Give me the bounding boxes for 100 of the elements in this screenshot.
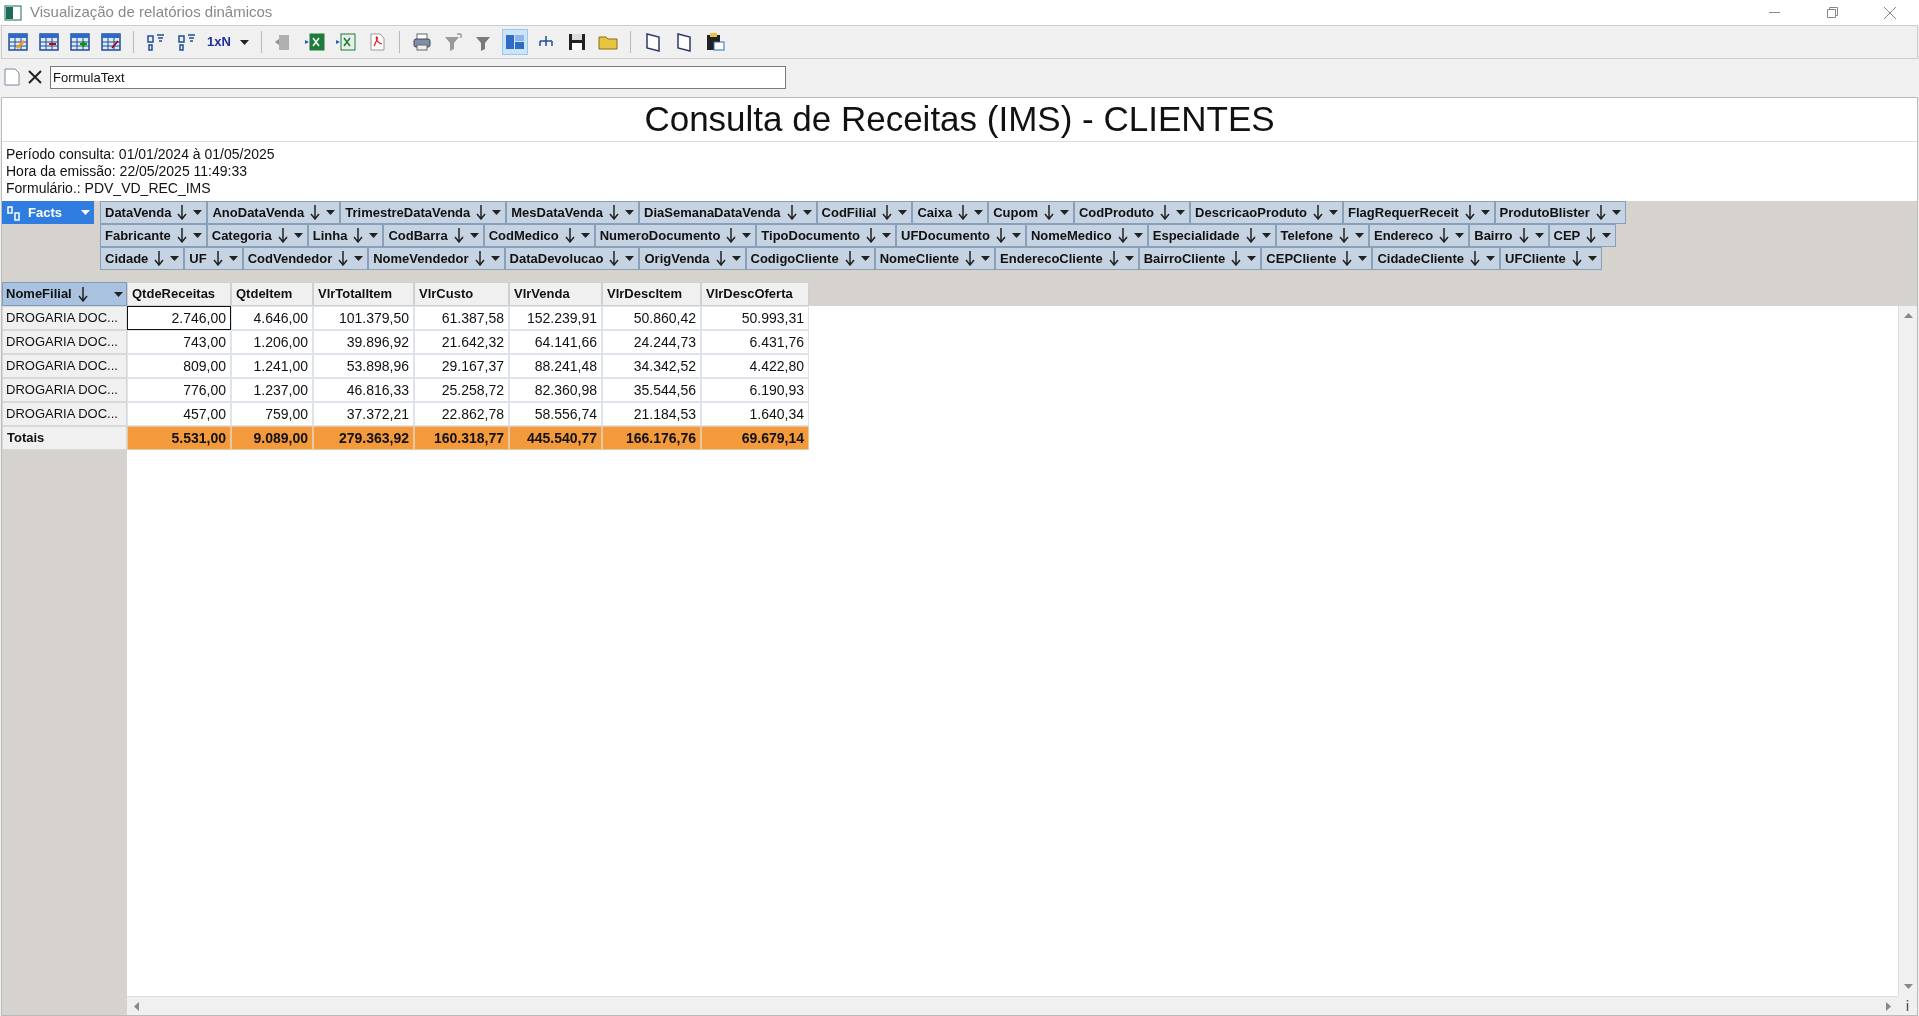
table-cell[interactable]: 1.241,00 (231, 354, 313, 378)
table-cell[interactable]: 6.190,93 (701, 378, 809, 402)
column-header[interactable]: QtdeReceitas (127, 282, 231, 306)
field-chip[interactable]: DataVenda (100, 201, 208, 224)
field-chip[interactable]: Especialidade (1147, 224, 1276, 247)
field-name: Linha (312, 226, 348, 245)
field-chip[interactable]: TipoDocumento (756, 224, 897, 247)
field-chip[interactable]: Caixa (912, 201, 989, 224)
table-cell[interactable]: 50.993,31 (701, 306, 809, 330)
field-chip[interactable]: UFDocumento (896, 224, 1026, 247)
column-header[interactable]: VlrVenda (509, 282, 602, 306)
field-chip[interactable]: UF (184, 247, 243, 270)
table-cell[interactable]: 743,00 (127, 330, 231, 354)
table-cell[interactable]: 759,00 (231, 402, 313, 426)
field-chip[interactable]: DiaSemanaDataVenda (639, 201, 817, 224)
column-header[interactable]: VlrTotalItem (313, 282, 414, 306)
field-chip[interactable]: NomeVendedor (368, 247, 505, 270)
field-chip[interactable]: Endereco (1369, 224, 1470, 247)
table-cell[interactable]: 6.431,76 (701, 330, 809, 354)
field-chip[interactable]: DescricaoProduto (1190, 201, 1344, 224)
table-cell[interactable]: 457,00 (127, 402, 231, 426)
table-cell[interactable]: 61.387,58 (414, 306, 509, 330)
field-chip[interactable]: FlagRequerReceit (1343, 201, 1495, 224)
horizontal-scrollbar[interactable] (127, 996, 1898, 1015)
field-chip[interactable]: CodVendedor (242, 247, 369, 270)
field-chip[interactable]: AnoDataVenda (207, 201, 341, 224)
field-chip[interactable]: BairroCliente (1138, 247, 1262, 270)
field-chip[interactable]: MesDataVenda (506, 201, 639, 224)
table-cell[interactable]: 58.556,74 (509, 402, 602, 426)
table-cell[interactable]: 25.258,72 (414, 378, 509, 402)
table-cell[interactable]: 22.862,78 (414, 402, 509, 426)
row-header[interactable]: DROGARIA DOC... (2, 354, 127, 378)
field-chip[interactable]: ProdutoBlister (1494, 201, 1626, 224)
column-header[interactable]: VlrDescOferta (701, 282, 809, 306)
table-cell[interactable]: 39.896,92 (313, 330, 414, 354)
table-cell[interactable]: 35.544,56 (602, 378, 701, 402)
vertical-scrollbar[interactable] (1898, 306, 1917, 996)
table-cell[interactable]: 1.206,00 (231, 330, 313, 354)
field-chip[interactable]: CEPCliente (1261, 247, 1373, 270)
sort-arrow-icon (609, 205, 619, 220)
field-chip[interactable]: NomeMedico (1025, 224, 1148, 247)
table-cell[interactable]: 53.898,96 (313, 354, 414, 378)
field-chip[interactable]: Cupom (988, 201, 1074, 224)
toolbar-button[interactable]: 1xN (205, 29, 233, 55)
field-chip[interactable]: Telefone (1275, 224, 1369, 247)
row-header[interactable]: DROGARIA DOC... (2, 378, 127, 402)
table-cell[interactable]: 46.816,33 (313, 378, 414, 402)
table-cell[interactable]: 1.237,00 (231, 378, 313, 402)
table-cell[interactable]: 101.379,50 (313, 306, 414, 330)
field-chip[interactable]: NumeroDocumento (594, 224, 757, 247)
field-chip[interactable]: CodMedico (483, 224, 595, 247)
field-chip[interactable]: CodFilial (816, 201, 913, 224)
caret-icon (731, 256, 741, 261)
field-chip[interactable]: CEP (1548, 224, 1617, 247)
field-chip[interactable]: TrimestreDataVenda (340, 201, 507, 224)
row-header[interactable]: DROGARIA DOC... (2, 402, 127, 426)
field-chip[interactable]: Linha (307, 224, 384, 247)
table-cell[interactable]: 21.184,53 (602, 402, 701, 426)
table-cell[interactable]: 21.642,32 (414, 330, 509, 354)
table-cell[interactable]: 29.167,37 (414, 354, 509, 378)
field-chip[interactable]: EnderecoCliente (995, 247, 1139, 270)
field-chip[interactable]: Cidade (100, 247, 185, 270)
row-header[interactable]: DROGARIA DOC... (2, 306, 127, 330)
field-chip[interactable]: Categoria (206, 224, 308, 247)
table-cell[interactable]: 24.244,73 (602, 330, 701, 354)
row-header[interactable]: DROGARIA DOC... (2, 330, 127, 354)
table-cell[interactable]: 64.141,66 (509, 330, 602, 354)
table-cell[interactable]: 4.422,80 (701, 354, 809, 378)
field-chip[interactable]: CodBarra (383, 224, 484, 247)
sort-arrow-icon (1117, 228, 1128, 243)
table-cell[interactable]: 152.239,91 (509, 306, 602, 330)
formula-field[interactable]: FormulaText (50, 65, 786, 89)
field-chip[interactable]: Bairro (1469, 224, 1549, 247)
field-chip[interactable]: DataDevolucao (504, 247, 640, 270)
close-icon (1884, 6, 1896, 19)
total-cell: 69.679,14 (701, 426, 809, 450)
facts-button[interactable]: Facts (2, 201, 94, 224)
table-cell[interactable]: 809,00 (127, 354, 231, 378)
field-chip[interactable]: CodigoCliente (745, 247, 875, 270)
field-chip[interactable]: UFCliente (1500, 247, 1602, 270)
field-chip[interactable]: NomeCliente (874, 247, 996, 270)
column-header[interactable]: VlrDescItem (602, 282, 701, 306)
table-cell[interactable]: 50.860,42 (602, 306, 701, 330)
table-cell[interactable]: 88.241,48 (509, 354, 602, 378)
field-chip[interactable]: CodProduto (1073, 201, 1191, 224)
field-chip[interactable]: OrigVenda (639, 247, 746, 270)
column-header[interactable]: VlrCusto (414, 282, 509, 306)
column-header[interactable]: QtdeItem (231, 282, 313, 306)
table-cell[interactable]: 4.646,00 (231, 306, 313, 330)
table-cell[interactable]: 776,00 (127, 378, 231, 402)
table-cell[interactable]: 34.342,52 (602, 354, 701, 378)
field-name: CodFilial (821, 203, 877, 222)
field-chip[interactable]: Fabricante (100, 224, 207, 247)
field-chip[interactable]: CidadeCliente (1372, 247, 1501, 270)
table-cell[interactable]: 2.746,00 (127, 306, 231, 330)
table-cell[interactable]: 82.360,98 (509, 378, 602, 402)
table-cell[interactable]: 1.640,34 (701, 402, 809, 426)
table-cell[interactable]: 37.372,21 (313, 402, 414, 426)
row-field-header[interactable]: NomeFilial (2, 282, 127, 306)
caret-icon (326, 210, 336, 215)
